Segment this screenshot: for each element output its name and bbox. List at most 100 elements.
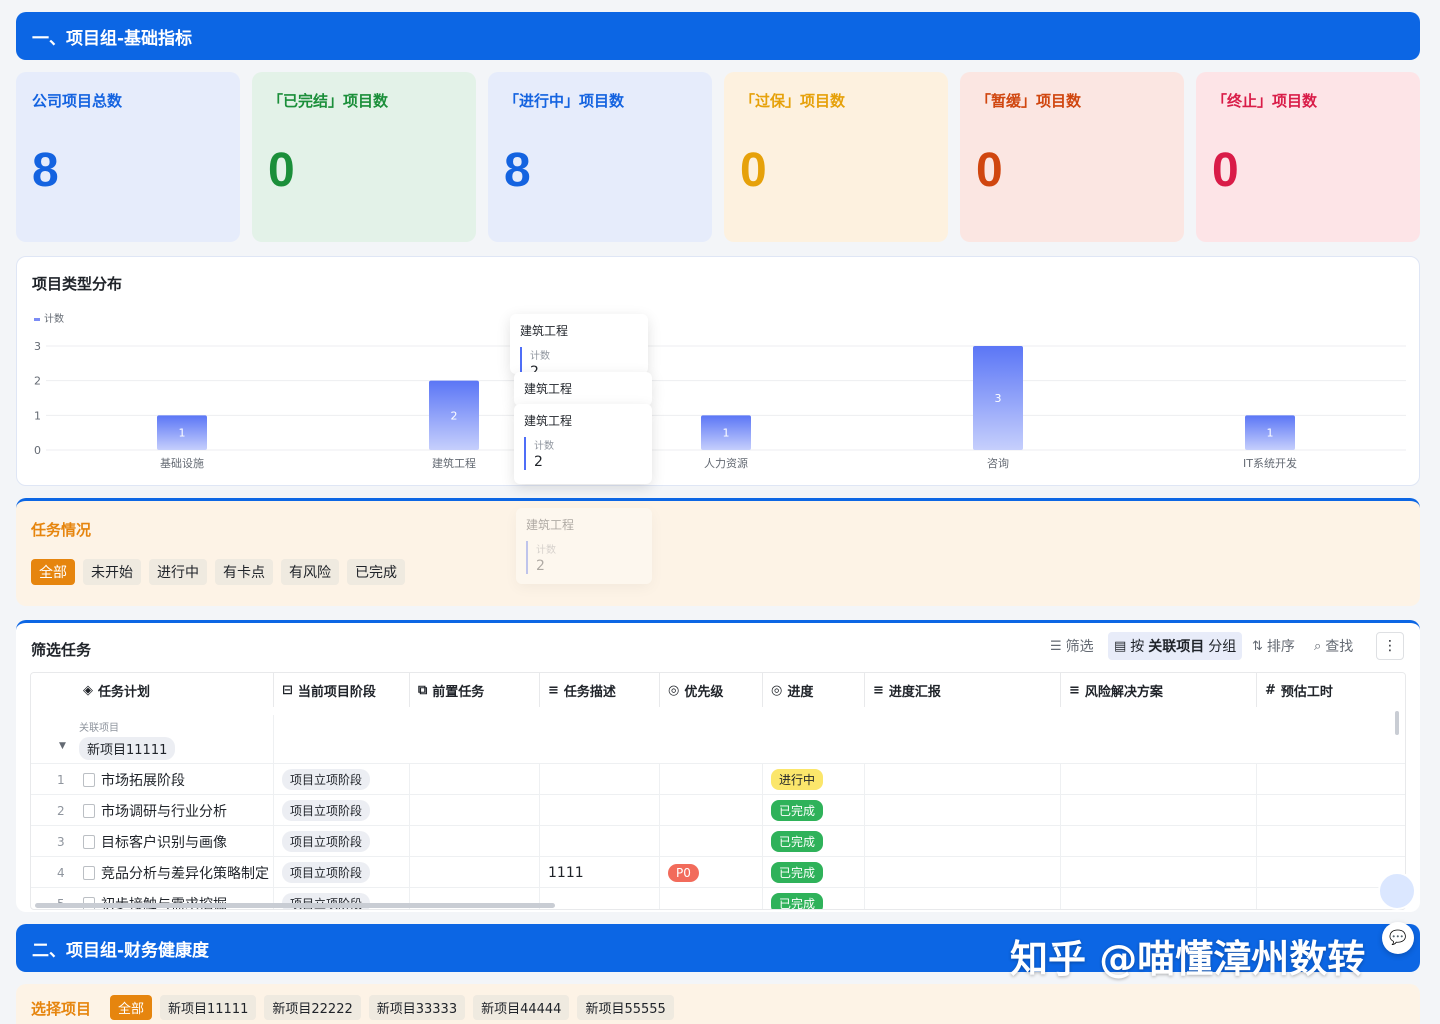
- filter-button[interactable]: ☰ 筛选: [1050, 636, 1094, 656]
- stage-tag: 项目立项阶段: [282, 800, 371, 821]
- bar-value-label: 3: [995, 392, 1002, 405]
- sort-icon: ⇅: [1252, 638, 1263, 654]
- section-title: 一、项目组-基础指标: [32, 28, 193, 49]
- column-header[interactable]: ⊟ 当前项目阶段: [274, 673, 410, 707]
- x-tick-label: 基础设施: [160, 457, 204, 470]
- table-row[interactable]: 1 市场拓展阶段 项目立项阶段 进行中: [31, 763, 1405, 795]
- bar-value-label: 1: [179, 427, 186, 440]
- text-icon: ≡: [873, 682, 884, 698]
- collapse-icon[interactable]: ▼: [59, 741, 66, 751]
- project-chip[interactable]: 新项目33333: [368, 995, 466, 1020]
- task-filter-chip[interactable]: 已完成: [347, 559, 405, 585]
- y-tick-label: 3: [34, 340, 41, 353]
- checkbox[interactable]: [83, 865, 95, 880]
- project-chips: 全部 新项目11111 新项目22222 新项目33333 新项目44444 新项目555…: [110, 995, 682, 1020]
- option-icon: ◎: [668, 682, 680, 698]
- task-filter-chip[interactable]: 有风险: [281, 559, 339, 585]
- task-name: 竞品分析与差异化策略制定: [101, 865, 269, 882]
- table-row[interactable]: 2 市场调研与行业分析 项目立项阶段 已完成: [31, 794, 1405, 826]
- column-header[interactable]: ≡ 风险解决方案: [1061, 673, 1257, 707]
- column-header[interactable]: ◎ 进度: [763, 673, 865, 707]
- assistant-avatar[interactable]: [1378, 872, 1416, 910]
- project-chip[interactable]: 新项目55555: [577, 995, 674, 1020]
- group-caption: 关联项目: [79, 723, 119, 734]
- status-tag: 已完成: [771, 862, 824, 883]
- vertical-scrollbar[interactable]: [1395, 711, 1399, 735]
- kpi-card: 「终止」项目数 0: [1196, 72, 1420, 242]
- project-chip[interactable]: 新项目11111: [160, 995, 257, 1020]
- chart-tooltip: 建筑工程 计数 2: [516, 508, 652, 584]
- row-number: 1: [57, 772, 65, 787]
- chart-tooltip: 建筑工程: [514, 372, 652, 406]
- text-icon: ≡: [548, 682, 559, 698]
- checkbox[interactable]: [83, 772, 95, 787]
- group-header: 关联项目 ▼ 新项目11111: [31, 715, 274, 763]
- kpi-label: 「过保」项目数: [740, 92, 846, 110]
- project-chip[interactable]: 新项目44444: [473, 995, 570, 1020]
- column-header[interactable]: ≡ 进度汇报: [865, 673, 1061, 707]
- task-name: 市场拓展阶段: [101, 772, 185, 789]
- task-filter-chip[interactable]: 进行中: [149, 559, 207, 585]
- more-button[interactable]: ⋮: [1376, 632, 1404, 660]
- checkbox[interactable]: [83, 834, 95, 849]
- x-tick-label: 人力资源: [704, 456, 748, 470]
- kpi-value: 0: [976, 144, 1003, 197]
- column-header[interactable]: # 预估工时: [1257, 673, 1405, 707]
- stage-tag: 项目立项阶段: [282, 769, 371, 790]
- task-description: 1111: [548, 864, 584, 881]
- task-filter-chip[interactable]: 全部: [31, 559, 75, 585]
- kpi-card: 「进行中」项目数 8: [488, 72, 712, 242]
- chat-icon[interactable]: 💬: [1382, 922, 1414, 954]
- task-filter-chip[interactable]: 未开始: [83, 559, 141, 585]
- horizontal-scrollbar[interactable]: [35, 903, 555, 908]
- y-tick-label: 1: [34, 409, 41, 422]
- section-title: 二、项目组-财务健康度: [32, 940, 210, 961]
- status-tag: 已完成: [771, 831, 824, 852]
- chart-tooltip: 建筑工程 计数 2: [514, 404, 652, 484]
- column-header[interactable]: ◎ 优先级: [660, 673, 763, 707]
- project-chip[interactable]: 新项目22222: [264, 995, 361, 1020]
- table-row[interactable]: 3 目标客户识别与画像 项目立项阶段 已完成: [31, 825, 1405, 857]
- section-banner-basic: 一、项目组-基础指标: [16, 12, 1420, 60]
- bar-value-label: 2: [451, 409, 458, 422]
- kpi-value: 0: [740, 144, 767, 197]
- y-tick-label: 2: [34, 375, 41, 388]
- task-filter-chip[interactable]: 有卡点: [215, 559, 273, 585]
- filter-icon: ☰: [1050, 638, 1062, 654]
- tasks-title: 任务情况: [31, 521, 92, 539]
- kpi-value: 0: [1212, 144, 1239, 197]
- status-tag: 已完成: [771, 800, 824, 821]
- kpi-card: 「过保」项目数 0: [724, 72, 948, 242]
- text-icon: ≡: [1069, 682, 1080, 698]
- x-tick-label: 咨询: [987, 456, 1009, 470]
- column-header[interactable]: ≡ 任务描述: [540, 673, 660, 707]
- kpi-label: 「终止」项目数: [1212, 92, 1318, 110]
- column-header[interactable]: ◈ 任务计划: [31, 673, 274, 707]
- stage-tag: 项目立项阶段: [282, 831, 371, 852]
- filter-tasks-title: 筛选任务: [31, 641, 92, 659]
- number-icon: #: [1265, 682, 1276, 698]
- group-icon: ▤: [1114, 638, 1127, 654]
- column-header[interactable]: ⧉ 前置任务: [410, 673, 540, 707]
- group-button[interactable]: ▤ 按 关联项目 分组: [1108, 632, 1243, 660]
- x-tick-label: IT系统开发: [1243, 456, 1297, 470]
- row-number: 3: [57, 834, 65, 849]
- kpi-value: 8: [32, 144, 59, 197]
- kpi-card: 「暂缓」项目数 0: [960, 72, 1184, 242]
- bar-value-label: 1: [1267, 427, 1274, 440]
- bar-value-label: 1: [723, 427, 730, 440]
- sort-button[interactable]: ⇅ 排序: [1252, 636, 1295, 656]
- task-table: ◈ 任务计划 ⊟ 当前项目阶段 ⧉ 前置任务 ≡ 任务描述 ◎ 优先级 ◎ 进度 ≡ 进度汇报 ≡ 风险解决方…: [30, 672, 1406, 910]
- kpi-value: 8: [504, 144, 531, 197]
- task-name: 目标客户识别与画像: [101, 834, 227, 851]
- search-icon: ⌕: [1314, 638, 1322, 654]
- find-button[interactable]: ⌕ 查找: [1314, 636, 1353, 656]
- x-tick-label: 建筑工程: [432, 456, 476, 470]
- watermark-text: 知乎 @喵懂漳州数转: [1010, 937, 1366, 981]
- project-filter-panel: 选择项目 全部 新项目11111 新项目22222 新项目33333 新项目44444 新…: [16, 984, 1420, 1024]
- project-chip[interactable]: 全部: [110, 995, 153, 1020]
- table-row[interactable]: 4 竞品分析与差异化策略制定 项目立项阶段 1111 P0 已完成: [31, 856, 1405, 888]
- kpi-label: 「已完结」项目数: [268, 92, 389, 110]
- chart-title: 项目类型分布: [32, 275, 123, 293]
- checkbox[interactable]: [83, 803, 95, 818]
